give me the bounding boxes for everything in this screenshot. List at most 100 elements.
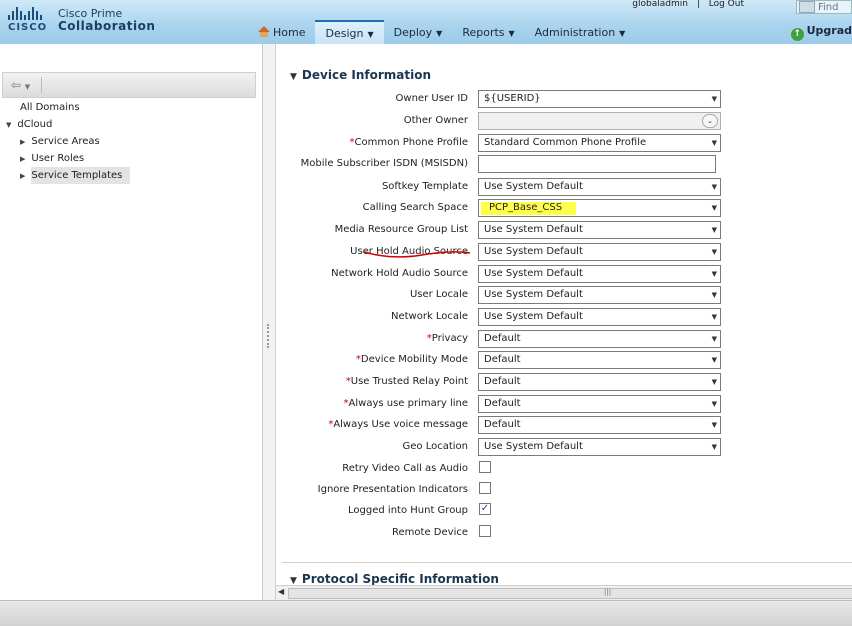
form-row: Network Locale Use System Default ▼ [276, 308, 852, 328]
logout-link[interactable]: Log Out [709, 0, 744, 9]
form-row: Retry Video Call as Audio [276, 460, 852, 480]
find-box[interactable]: Find [796, 0, 852, 14]
splitter-grip[interactable] [267, 324, 271, 348]
nav-reports[interactable]: Reports ▼ [452, 20, 524, 44]
chevron-down-icon[interactable]: ⌄ [702, 114, 718, 128]
main-content: ▼ Device Information Owner User ID ${USERI… [276, 44, 852, 600]
tree-item-service-templates[interactable]: ▶ Service Templates [6, 167, 131, 184]
arrow-up-icon: ↑ [790, 28, 804, 41]
nav-administration[interactable]: Administration ▼ [525, 20, 636, 44]
form-row: Network Hold Audio Source Use System Defa… [276, 265, 852, 285]
chevron-down-icon[interactable]: ▼ [712, 135, 717, 151]
select-field[interactable]: Use System Default ▼ [478, 178, 721, 196]
home-icon [258, 26, 270, 37]
select-field[interactable]: Standard Common Phone Profile ▼ [478, 134, 721, 152]
select-field[interactable]: Use System Default ▼ [478, 286, 721, 304]
upgrade-link[interactable]: ↑ Upgrad [790, 24, 852, 41]
field-label: Retry Video Call as Audio [342, 463, 468, 474]
chevron-down-icon[interactable]: ▼ [712, 244, 717, 260]
select-value: Use System Default [484, 246, 583, 257]
form-row: *Common Phone Profile Standard Common Pho… [276, 134, 852, 154]
field-label: Ignore Presentation Indicators [317, 484, 468, 495]
select-field[interactable]: Default ▼ [478, 351, 721, 369]
chevron-down-icon[interactable]: ▼ [712, 179, 717, 195]
form-row: Ignore Presentation Indicators [276, 481, 852, 501]
select-value: Use System Default [484, 268, 583, 279]
text-input[interactable] [478, 155, 716, 173]
chevron-down-icon[interactable]: ▼ [712, 222, 717, 238]
chevron-down-icon[interactable]: ▼ [712, 200, 717, 216]
expand-icon[interactable]: ▶ [20, 155, 25, 163]
panel-splitter[interactable] [263, 44, 276, 600]
chevron-down-icon[interactable]: ▼ [712, 331, 717, 347]
select-value: Default [484, 398, 521, 409]
chevron-down-icon[interactable]: ▼ [712, 396, 717, 412]
select-field[interactable]: Use System Default ▼ [478, 308, 721, 326]
checkbox[interactable] [479, 525, 491, 537]
select-field: ⌄ [478, 112, 721, 130]
chevron-down-icon[interactable]: ▼ [712, 266, 717, 282]
tree-item-user-roles[interactable]: ▶ User Roles [6, 150, 130, 167]
select-value: Default [484, 419, 521, 430]
form-row: Remote Device [276, 524, 852, 544]
tree-item-service-areas[interactable]: ▶ Service Areas [6, 133, 130, 150]
expand-icon[interactable]: ▶ [20, 172, 25, 180]
field-label: Media Resource Group List [334, 224, 468, 235]
select-value: Default [484, 333, 521, 344]
collapse-icon: ▼ [290, 72, 297, 82]
nav-deploy[interactable]: Deploy ▼ [384, 20, 453, 44]
scrollbar-thumb[interactable] [288, 588, 852, 599]
select-field[interactable]: Default ▼ [478, 330, 721, 348]
select-field[interactable]: Default ▼ [478, 395, 721, 413]
section-protocol-specific-information[interactable]: ▼ Protocol Specific Information [290, 572, 499, 586]
select-value: Default [484, 376, 521, 387]
select-field[interactable]: PCP_Base_CSS ▼ [478, 199, 721, 217]
user-links: globaladmin | Log Out [632, 0, 744, 9]
status-bar [0, 600, 852, 626]
section-device-information[interactable]: ▼ Device Information [290, 68, 431, 82]
select-field[interactable]: Default ▼ [478, 416, 721, 434]
expand-icon[interactable]: ▶ [20, 138, 25, 146]
nav-design[interactable]: Design ▼ [315, 20, 384, 44]
field-label: Network Hold Audio Source [331, 268, 468, 279]
tree-all-domains[interactable]: All Domains [6, 99, 130, 116]
select-field[interactable]: Use System Default ▼ [478, 243, 721, 261]
field-label: *Always use primary line [343, 398, 468, 409]
field-label: Softkey Template [381, 181, 468, 192]
checkbox[interactable] [479, 482, 491, 494]
select-field[interactable]: Default ▼ [478, 373, 721, 391]
select-field[interactable]: Use System Default ▼ [478, 265, 721, 283]
cisco-logo: CISCO [8, 6, 50, 36]
domain-tree-panel: ⇦ ▼ All Domains ▼ dCloud ▶ Service Areas ▶… [0, 44, 263, 600]
chevron-down-icon[interactable]: ▼ [712, 374, 717, 390]
field-label: User Locale [409, 289, 468, 300]
select-field[interactable]: Use System Default ▼ [478, 221, 721, 239]
chevron-down-icon[interactable]: ▼ [712, 309, 717, 325]
field-label: Mobile Subscriber ISDN (MSISDN) [300, 158, 468, 169]
username: globaladmin [632, 0, 688, 9]
form-row: *Device Mobility Mode Default ▼ [276, 351, 852, 371]
tree-item-dcloud[interactable]: ▼ dCloud [6, 116, 130, 133]
back-button[interactable]: ⇦ ▼ [7, 77, 42, 93]
scroll-left-icon[interactable]: ◀ [278, 587, 284, 596]
checkbox[interactable] [479, 461, 491, 473]
horizontal-scrollbar[interactable]: ◀ ||| [276, 585, 852, 600]
select-value: PCP_Base_CSS [489, 202, 563, 213]
collapse-icon[interactable]: ▼ [6, 121, 11, 129]
field-label: *Use Trusted Relay Point [345, 376, 468, 387]
chevron-down-icon[interactable]: ▼ [712, 352, 717, 368]
select-field[interactable]: ${USERID} ▼ [478, 90, 721, 108]
form-row: Logged into Hunt Group ✓ [276, 502, 852, 522]
main-nav: Home Design ▼ Deploy ▼ Reports ▼ Administra… [248, 20, 635, 44]
chevron-down-icon[interactable]: ▼ [712, 91, 717, 107]
form-row: *Privacy Default ▼ [276, 330, 852, 350]
nav-home[interactable]: Home [248, 20, 315, 44]
chevron-down-icon[interactable]: ▼ [712, 417, 717, 433]
select-field[interactable]: Use System Default ▼ [478, 438, 721, 456]
form-row: Media Resource Group List Use System Defa… [276, 221, 852, 241]
field-label: Remote Device [392, 527, 468, 538]
checkbox[interactable]: ✓ [479, 503, 491, 515]
chevron-down-icon[interactable]: ▼ [712, 287, 717, 303]
chevron-down-icon[interactable]: ▼ [712, 439, 717, 455]
scroll-grip-icon: ||| [604, 588, 612, 596]
